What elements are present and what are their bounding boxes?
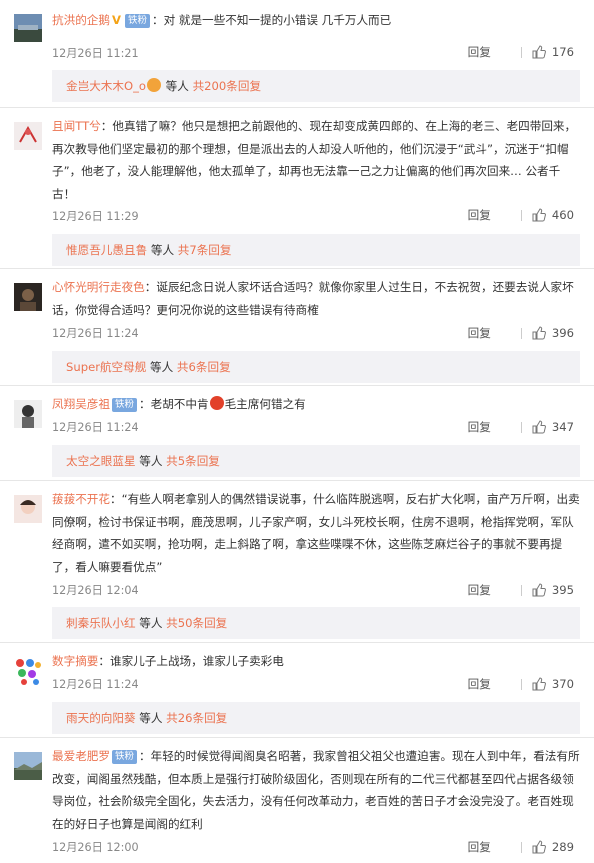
comment-time: 12月26日 11:24 <box>52 678 139 691</box>
reply-button[interactable]: 回复 <box>468 44 491 60</box>
username[interactable]: 心怀光明行走夜色 <box>52 280 145 294</box>
thumbs-up-icon[interactable] <box>532 677 546 691</box>
divider <box>520 327 522 339</box>
thumbs-up-icon[interactable] <box>532 840 546 854</box>
reply-summary[interactable]: 刺秦乐队小红 等人 共50条回复 <box>52 607 580 639</box>
reply-mid: 等人 <box>135 711 167 725</box>
avatar[interactable] <box>14 14 42 42</box>
comment: 菝菝不开花：“有些人啊老拿别人的偶然错误说事，什么临阵脱逃啊，反右扩大化啊，亩产… <box>0 481 594 642</box>
reply-count[interactable]: 共26条回复 <box>166 711 227 725</box>
like-count: 370 <box>551 677 574 691</box>
reply-count[interactable]: 共6条回复 <box>177 360 231 374</box>
comment-text: ：对 就是一些不知一提的小错误 几千万人而已 <box>151 13 392 27</box>
reply-user[interactable]: 刺秦乐队小红 <box>66 616 136 630</box>
reply-count[interactable]: 共5条回复 <box>166 454 220 468</box>
divider <box>520 209 522 221</box>
fan-badge: 铁粉 <box>111 750 137 764</box>
reply-button[interactable]: 回复 <box>468 582 491 598</box>
like-count: 289 <box>551 840 574 854</box>
reply-button[interactable]: 回复 <box>468 325 491 341</box>
reply-summary[interactable]: 金岂大木木O_o 等人 共200条回复 <box>52 70 580 102</box>
reply-summary[interactable]: Super航空母舰 等人 共6条回复 <box>52 351 580 383</box>
divider <box>520 584 522 596</box>
avatar[interactable] <box>14 122 42 150</box>
reply-mid: 等人 <box>146 360 177 374</box>
divider <box>520 421 522 433</box>
reply-user[interactable]: 金岂大木木O_o <box>66 79 146 93</box>
thumbs-up-icon[interactable] <box>532 420 546 434</box>
reply-button[interactable]: 回复 <box>468 676 491 692</box>
comment-time: 12月26日 11:21 <box>52 47 139 60</box>
comment-text: ：谁家儿子上战场，谁家儿子卖彩电 <box>98 654 284 668</box>
username[interactable]: 最爱老肥罗 <box>52 749 110 763</box>
thumbs-up-icon[interactable] <box>532 583 546 597</box>
v-badge-icon: V <box>111 13 121 27</box>
divider <box>520 841 522 853</box>
username[interactable]: 菝菝不开花 <box>52 492 110 506</box>
comment-text: ：老胡不中肯 <box>139 397 209 411</box>
avatar[interactable] <box>14 283 42 311</box>
reply-button[interactable]: 回复 <box>468 839 491 855</box>
username[interactable]: 抗洪的企鹅 <box>52 13 110 27</box>
reply-user[interactable]: 雨天的向阳葵 <box>66 711 136 725</box>
reply-count[interactable]: 共50条回复 <box>166 616 227 630</box>
comment-time: 12月26日 12:00 <box>52 841 139 854</box>
comment-time: 12月26日 11:24 <box>52 327 139 340</box>
thumbs-up-icon[interactable] <box>532 326 546 340</box>
reply-mid: 等人 <box>147 243 178 257</box>
avatar[interactable] <box>14 495 42 523</box>
emoji-icon <box>147 78 161 92</box>
comment-time: 12月26日 11:29 <box>52 210 139 223</box>
reply-button[interactable]: 回复 <box>468 419 491 435</box>
avatar[interactable] <box>14 752 42 780</box>
reply-button[interactable]: 回复 <box>468 207 491 223</box>
reply-user[interactable]: 太空之眼蓝星 <box>66 454 136 468</box>
reply-mid: 等人 <box>135 454 167 468</box>
username[interactable]: 且闻TT兮 <box>52 119 101 133</box>
avatar[interactable] <box>14 400 42 428</box>
like-count: 347 <box>551 420 574 434</box>
comment: 且闻TT兮：他真错了嘛？他只是想把之前跟他的、现在却变成黄四郎的、在上海的老三、… <box>0 108 594 268</box>
divider <box>520 678 522 690</box>
comment-text: 毛主席何错之有 <box>224 397 306 411</box>
comment-time: 12月26日 12:04 <box>52 584 139 597</box>
reply-summary[interactable]: 太空之眼蓝星 等人 共5条回复 <box>52 445 580 477</box>
like-count: 460 <box>551 208 574 222</box>
comment: 数字摘要：谁家儿子上战场，谁家儿子卖彩电 12月26日 11:24 回复 370… <box>0 643 594 737</box>
like-count: 395 <box>551 583 574 597</box>
username[interactable]: 数字摘要 <box>52 654 98 668</box>
reply-count[interactable]: 共7条回复 <box>178 243 232 257</box>
reply-summary[interactable]: 惟愿吾儿愚且鲁 等人 共7条回复 <box>52 234 580 266</box>
thumbs-up-icon[interactable] <box>532 45 546 59</box>
reply-summary[interactable]: 雨天的向阳葵 等人 共26条回复 <box>52 702 580 734</box>
reply-mid: 等人 <box>135 616 167 630</box>
comment-text: ：“有些人啊老拿别人的偶然错误说事，什么临阵脱逃啊，反右扩大化啊，亩产万斤啊，出… <box>52 492 580 574</box>
reply-user[interactable]: 惟愿吾儿愚且鲁 <box>66 243 147 257</box>
comment: 抗洪的企鹅 V 铁粉 ：对 就是一些不知一提的小错误 几千万人而已 12月26日 11… <box>0 0 594 105</box>
like-count: 176 <box>551 45 574 59</box>
username[interactable]: 凤翔吴彦祖 <box>52 397 110 411</box>
fan-badge: 铁粉 <box>111 398 137 412</box>
like-count: 396 <box>551 326 574 340</box>
reply-count[interactable]: 共200条回复 <box>193 79 262 93</box>
reply-user[interactable]: Super航空母舰 <box>66 360 146 374</box>
avatar[interactable] <box>14 657 42 685</box>
comment-time: 12月26日 11:24 <box>52 421 139 434</box>
thumbs-up-icon[interactable] <box>532 208 546 222</box>
comment-text: ：他真错了嘛？他只是想把之前跟他的、现在却变成黄四郎的、在上海的老三、老四带回来… <box>52 119 577 201</box>
comment: 心怀光明行走夜色：诞辰纪念日说人家坏话合适吗？就像你家里人过生日，不去祝贺，还要… <box>0 269 594 385</box>
fan-badge: 铁粉 <box>124 14 150 28</box>
comment: 凤翔吴彦祖 铁粉 ：老胡不中肯 毛主席何错之有 12月26日 11:24 回复 347… <box>0 386 594 480</box>
angry-face-icon <box>209 396 224 410</box>
reply-mid: 等人 <box>162 79 193 93</box>
divider <box>520 46 522 58</box>
comment: 最爱老肥罗 铁粉 ：年轻的时候觉得闻阁臭名昭著，我家曾祖父祖父也遭迫害。现在人到中年… <box>0 738 594 863</box>
